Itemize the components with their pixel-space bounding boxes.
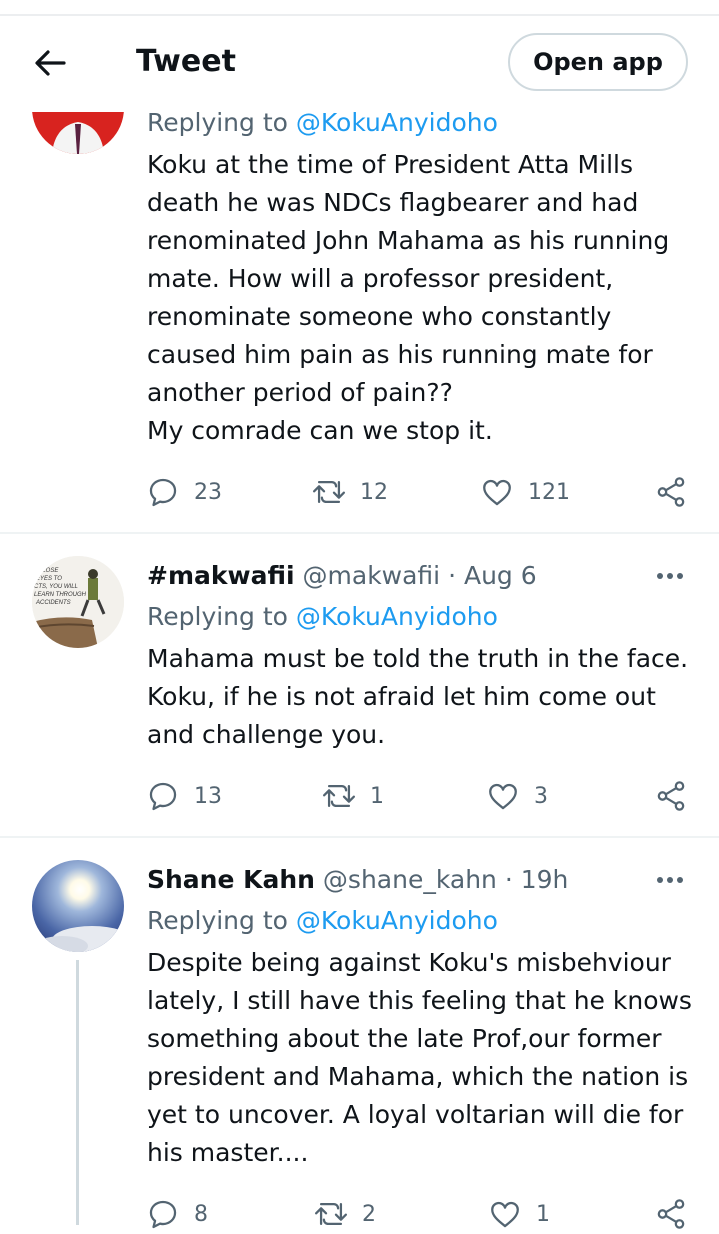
like-icon: [480, 475, 514, 509]
retweet-button[interactable]: 1: [322, 776, 384, 816]
timestamp[interactable]: · Aug 6: [440, 561, 537, 590]
more-icon[interactable]: [652, 566, 692, 586]
like-icon: [486, 779, 520, 813]
tweet-header: #makwafii @makwafii · Aug 6: [147, 561, 537, 590]
svg-text:CTS, YOU WILL: CTS, YOU WILL: [34, 584, 78, 590]
tweet-text: Koku at the time of President Atta Mills…: [147, 150, 670, 445]
page-title: Tweet: [136, 44, 236, 79]
avatar[interactable]: [32, 860, 124, 952]
top-bar: Tweet Open app: [0, 16, 719, 112]
replying-handle-link[interactable]: @KokuAnyidoho: [296, 108, 498, 137]
retweet-count: 1: [370, 783, 384, 809]
like-count: 121: [528, 479, 570, 505]
retweet-button[interactable]: 2: [314, 1194, 376, 1234]
reply-button[interactable]: 13: [146, 776, 222, 816]
like-count: 3: [534, 783, 548, 809]
open-app-button[interactable]: Open app: [508, 33, 688, 91]
back-arrow-icon: [35, 50, 66, 76]
replying-to: Replying to @KokuAnyidoho: [147, 906, 498, 935]
share-button[interactable]: [654, 1194, 688, 1234]
display-name[interactable]: Shane Kahn: [147, 865, 315, 894]
replying-handle-link[interactable]: @KokuAnyidoho: [296, 602, 498, 631]
reply-icon: [146, 779, 180, 813]
like-button[interactable]: 1: [488, 1194, 550, 1234]
user-handle[interactable]: @makwafii: [303, 561, 441, 590]
reply-icon: [146, 1197, 180, 1231]
share-button[interactable]: [654, 776, 688, 816]
retweet-button[interactable]: 12: [312, 472, 388, 512]
share-icon: [654, 475, 688, 509]
reply-button[interactable]: 8: [146, 1194, 208, 1234]
like-button[interactable]: 121: [480, 472, 570, 512]
tweet-actions: 23 12 121: [0, 472, 719, 512]
more-icon[interactable]: [652, 870, 692, 890]
retweet-count: 2: [362, 1201, 376, 1227]
svg-text:ACCIDENTS: ACCIDENTS: [35, 600, 71, 606]
divider: [0, 532, 719, 534]
svg-text:LEARN THROUGH: LEARN THROUGH: [34, 592, 87, 598]
retweet-icon: [314, 1197, 348, 1231]
thread-line: [76, 960, 79, 1225]
tweet-actions: 8 2 1: [0, 1194, 719, 1234]
tweet-header: Shane Kahn @shane_kahn · 19h: [147, 865, 568, 894]
svg-text:CLOSE: CLOSE: [38, 568, 59, 574]
tweet-text: Mahama must be told the truth in the fac…: [147, 644, 689, 749]
reply-icon: [146, 475, 180, 509]
user-handle[interactable]: @shane_kahn: [323, 865, 497, 894]
tweet-text: Despite being against Koku's misbehviour…: [147, 948, 692, 1167]
avatar[interactable]: CLOSE EYES TO CTS, YOU WILL LEARN THROUG…: [32, 556, 124, 648]
timestamp[interactable]: · 19h: [497, 865, 569, 894]
svg-text:EYES TO: EYES TO: [36, 576, 62, 582]
divider: [0, 836, 719, 838]
retweet-count: 12: [360, 479, 388, 505]
display-name[interactable]: #makwafii: [147, 561, 295, 590]
like-count: 1: [536, 1201, 550, 1227]
share-icon: [654, 1197, 688, 1231]
retweet-icon: [312, 475, 346, 509]
reply-button[interactable]: 23: [146, 472, 222, 512]
reply-count: 23: [194, 479, 222, 505]
replying-to: Replying to @KokuAnyidoho: [147, 602, 498, 631]
replying-handle-link[interactable]: @KokuAnyidoho: [296, 906, 498, 935]
back-button[interactable]: [30, 46, 70, 80]
share-icon: [654, 779, 688, 813]
share-button[interactable]: [654, 472, 688, 512]
reply-count: 8: [194, 1201, 208, 1227]
retweet-icon: [322, 779, 356, 813]
reply-count: 13: [194, 783, 222, 809]
replying-to: Replying to @KokuAnyidoho: [147, 108, 498, 137]
tweet-actions: 13 1 3: [0, 776, 719, 816]
like-icon: [488, 1197, 522, 1231]
like-button[interactable]: 3: [486, 776, 548, 816]
